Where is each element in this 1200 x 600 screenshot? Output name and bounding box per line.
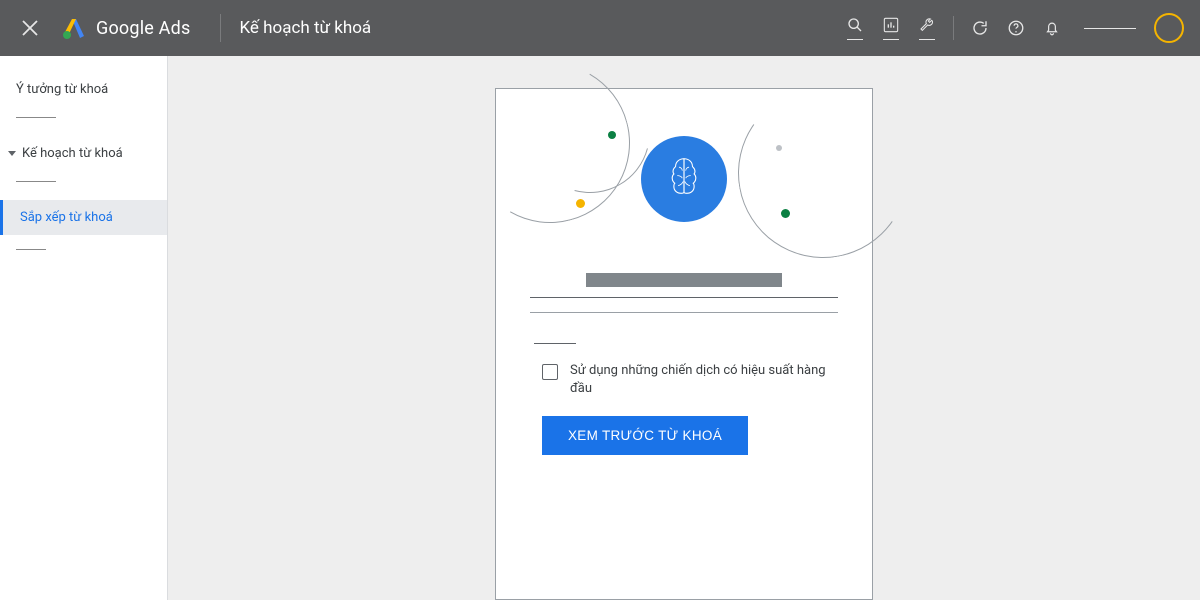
sidebar-item-plan[interactable]: Kế hoạch từ khoá [0,136,167,171]
header-divider [220,14,221,42]
illustration [520,113,848,245]
sidebar: Ý tưởng từ khoá Kế hoạch từ khoá Sắp xếp… [0,56,168,600]
sidebar-item-label: Ý tưởng từ khoá [16,82,108,97]
close-icon [22,20,38,36]
chevron-down-icon [8,151,16,156]
sidebar-item-ideas[interactable]: Ý tưởng từ khoá [0,72,167,107]
brand-name: Google Ads [96,18,190,39]
google-ads-logo-icon [62,16,86,40]
sidebar-item-organize[interactable]: Sắp xếp từ khoá [0,200,167,235]
help-icon [1007,19,1025,37]
input-line-1[interactable] [530,297,838,298]
account-placeholder[interactable] [1084,27,1136,29]
help-button[interactable] [998,10,1034,46]
app-header: Google Ads Kế hoạch từ khoá [0,0,1200,56]
subfield-placeholder [534,343,576,344]
reports-button[interactable] [873,10,909,46]
top-campaigns-checkbox[interactable] [542,364,558,380]
main-content: Sử dụng những chiến dịch có hiệu suất hà… [168,56,1200,600]
search-button[interactable] [837,10,873,46]
sidebar-item-label: Kế hoạch từ khoá [22,146,123,161]
checkbox-row: Sử dụng những chiến dịch có hiệu suất hà… [520,362,848,398]
page-title: Kế hoạch từ khoá [239,18,371,38]
refresh-button[interactable] [962,10,998,46]
input-line-2[interactable] [530,312,838,313]
search-icon [847,17,863,40]
account-avatar[interactable] [1154,13,1184,43]
title-placeholder [586,273,782,287]
sidebar-separator [16,249,46,250]
notifications-button[interactable] [1034,10,1070,46]
bar-chart-icon [883,17,899,40]
sidebar-separator [16,181,56,182]
brand-block: Google Ads [62,16,190,40]
organize-card: Sử dụng những chiến dịch có hiệu suất hà… [495,88,873,600]
preview-keywords-button[interactable]: XEM TRƯỚC TỪ KHOÁ [542,416,748,455]
tools-button[interactable] [909,10,945,46]
checkbox-label: Sử dụng những chiến dịch có hiệu suất hà… [570,362,826,398]
sidebar-item-label: Sắp xếp từ khoá [20,210,113,225]
refresh-icon [971,19,989,37]
sidebar-separator [16,117,56,118]
header-divider-2 [953,16,954,40]
close-button[interactable] [18,16,42,40]
wrench-icon [919,17,935,40]
bell-icon [1043,19,1061,37]
brain-icon [641,136,727,222]
